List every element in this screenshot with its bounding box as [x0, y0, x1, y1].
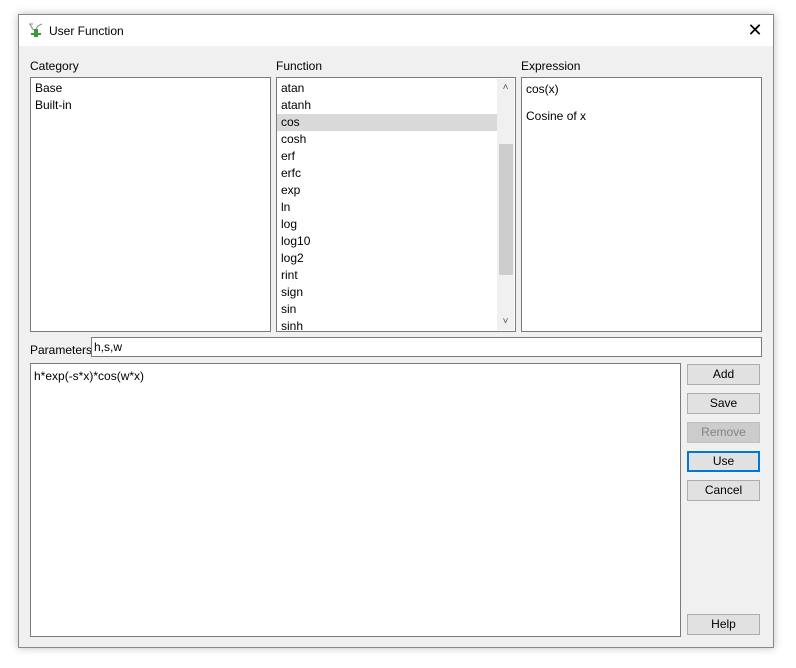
parameters-label: Parameters [30, 343, 93, 357]
function-item-log[interactable]: log [277, 216, 497, 233]
function-item-sign[interactable]: sign [277, 284, 497, 301]
expression-formula: cos(x) [526, 82, 559, 96]
function-item-ln[interactable]: ln [277, 199, 497, 216]
add-button[interactable]: Add [687, 364, 760, 385]
category-label: Category [30, 59, 79, 73]
function-item-erfc[interactable]: erfc [277, 165, 497, 182]
scrollbar[interactable]: ˄ ˅ [497, 79, 514, 330]
function-item-sinh[interactable]: sinh [277, 318, 497, 331]
category-list[interactable]: Base Built-in [30, 77, 271, 332]
expression-panel: cos(x) Cosine of x [521, 77, 762, 332]
window-title: User Function [49, 24, 124, 38]
function-editor[interactable]: h*exp(-s*x)*cos(w*x) [30, 363, 681, 637]
function-item-cosh[interactable]: cosh [277, 131, 497, 148]
function-item-exp[interactable]: exp [277, 182, 497, 199]
function-item-log10[interactable]: log10 [277, 233, 497, 250]
category-item-base[interactable]: Base [31, 80, 270, 97]
scroll-down-icon[interactable]: ˅ [497, 313, 514, 330]
function-item-erf[interactable]: erf [277, 148, 497, 165]
function-plot-icon [29, 23, 43, 37]
help-button[interactable]: Help [687, 614, 760, 635]
function-label: Function [276, 59, 323, 73]
function-list[interactable]: atan atanh cos cosh erf erfc exp ln log log10 log2… [276, 77, 516, 332]
function-item-atanh[interactable]: atanh [277, 97, 497, 114]
category-item-built-in[interactable]: Built-in [31, 97, 270, 114]
save-button[interactable]: Save [687, 393, 760, 414]
function-item-atan[interactable]: atan [277, 80, 497, 97]
function-item-rint[interactable]: rint [277, 267, 497, 284]
scrollbar-thumb[interactable] [499, 144, 513, 275]
expression-label: Expression [521, 59, 581, 73]
close-button[interactable]: ✕ [743, 18, 767, 42]
remove-button[interactable]: Remove [687, 422, 760, 443]
function-item-cos[interactable]: cos [277, 114, 497, 131]
use-button[interactable]: Use [687, 451, 760, 472]
expression-description: Cosine of x [526, 109, 587, 123]
title-bar: User Function ✕ [19, 15, 773, 46]
parameters-input[interactable] [91, 337, 762, 357]
user-function-dialog: User Function ✕ Category Function Expres… [18, 14, 774, 648]
scroll-up-icon[interactable]: ˄ [497, 79, 514, 96]
function-item-sin[interactable]: sin [277, 301, 497, 318]
cancel-button[interactable]: Cancel [687, 480, 760, 501]
function-item-log2[interactable]: log2 [277, 250, 497, 267]
